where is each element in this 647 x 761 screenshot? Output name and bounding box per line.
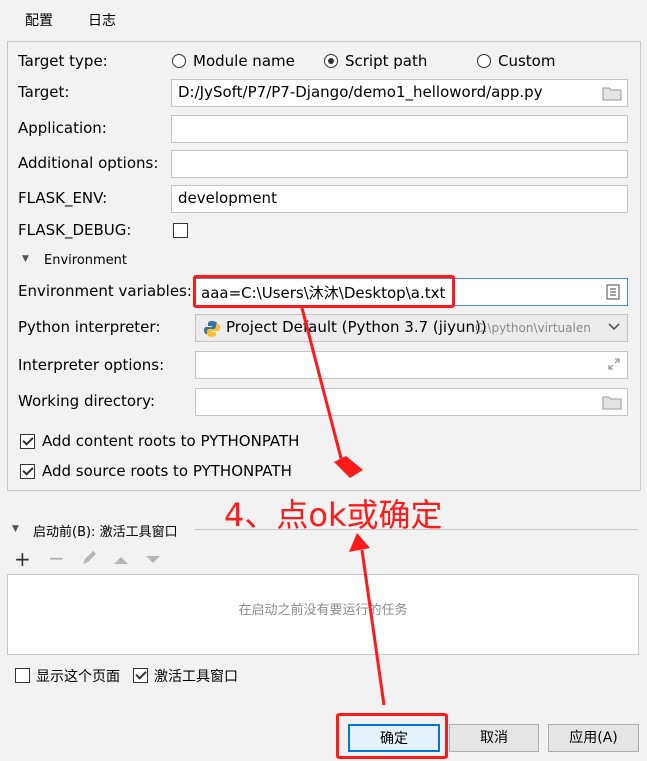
annotation-arrow-line-down — [360, 549, 386, 706]
annotation-arrows — [300, 307, 386, 706]
annotation-text: 4、点ok或确定 — [224, 496, 443, 534]
annotation-arrow-line-up — [300, 307, 344, 463]
annotation-arrow-head-down — [334, 456, 363, 478]
